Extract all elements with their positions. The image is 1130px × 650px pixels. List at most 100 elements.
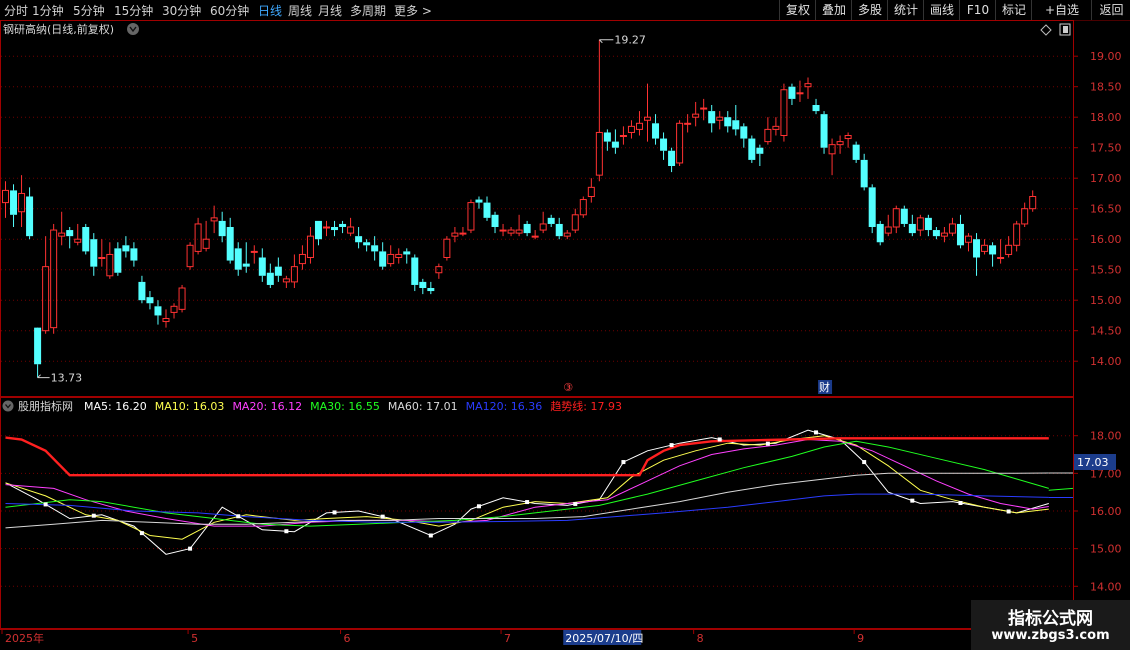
candle-body-up	[700, 107, 708, 110]
candle	[218, 211, 226, 243]
candle	[58, 211, 66, 246]
period-tab-1min[interactable]: 1分钟	[32, 2, 64, 19]
candle	[42, 236, 50, 334]
candle-body-down	[660, 138, 668, 151]
candle-body-up	[676, 122, 684, 164]
candle	[764, 117, 772, 145]
candle	[355, 227, 363, 249]
candle	[130, 242, 138, 267]
legend-MA120: MA120: 16.36	[466, 400, 543, 413]
candle	[234, 242, 242, 276]
candle	[868, 184, 876, 234]
candle	[74, 223, 82, 246]
candle	[924, 214, 932, 237]
candle	[892, 205, 900, 234]
f10-button[interactable]: F10	[959, 0, 996, 20]
candle	[660, 132, 668, 160]
candle	[371, 236, 379, 261]
ma5-marker	[958, 500, 963, 505]
draw-line-button[interactable]: 画线	[923, 0, 960, 20]
ma5-marker	[765, 441, 770, 446]
candle	[668, 147, 676, 173]
date-tick-label: 9	[857, 632, 864, 645]
indicator-legend: 股朋指标网 MA5: 16.20 MA10: 16.03 MA20: 16.12 MA…	[2, 399, 622, 413]
indicator-tick-label: 18.00	[1090, 430, 1122, 443]
period-tab-monthly[interactable]: 月线	[318, 2, 342, 19]
candle	[250, 245, 258, 264]
candle-body-up	[387, 253, 395, 265]
candle	[154, 300, 162, 325]
candle-body-up	[916, 217, 924, 231]
back-button[interactable]: 返回	[1091, 0, 1130, 20]
candle	[194, 217, 202, 255]
candle-body-up	[74, 238, 82, 243]
candle	[443, 236, 451, 261]
candle-body-down	[66, 230, 74, 237]
candle-body-up	[395, 253, 403, 258]
candle-body-down	[258, 257, 266, 276]
period-tab-intraday[interactable]: 分时	[4, 2, 28, 19]
indicator-grid	[1, 435, 1073, 587]
mark-button[interactable]: 标记	[995, 0, 1032, 20]
price-axis: 14.00 14.50 15.00 15.50 16.00 16.50 17.00 17.50…	[1073, 50, 1122, 368]
candle	[965, 233, 972, 252]
candle-body-down	[523, 223, 531, 234]
candle	[210, 205, 218, 234]
candle-body-down	[724, 117, 732, 127]
multi-stock-button[interactable]: 多股	[851, 0, 888, 20]
current-value-tag: 17.03	[1077, 456, 1109, 469]
statistics-button[interactable]: 统计	[887, 0, 924, 20]
candle-body-up	[981, 244, 989, 252]
overlay-button[interactable]: 叠加	[815, 0, 852, 20]
event-marker-1[interactable]: ③	[563, 381, 573, 394]
candle-body-down	[555, 223, 563, 237]
add-favorite-button[interactable]: +自选	[1031, 0, 1092, 20]
candle-body-up	[828, 144, 836, 155]
candle-body-down	[973, 239, 981, 258]
period-tab-weekly[interactable]: 周线	[288, 2, 312, 19]
candle	[780, 83, 788, 142]
candle-body-down	[355, 236, 363, 243]
chart-area: 14.00 14.50 15.00 15.50 16.00 16.50 17.00 17.50…	[0, 20, 1130, 650]
legend-MA30: MA30: 16.55	[310, 400, 380, 413]
period-tab-multi[interactable]: 多周期	[350, 2, 386, 19]
candle-body-down	[732, 120, 740, 130]
candle	[331, 220, 339, 237]
candle	[555, 217, 563, 240]
candle-body-down	[403, 251, 411, 255]
period-tab-60min[interactable]: 60分钟	[210, 2, 249, 19]
period-tab-15min[interactable]: 15分钟	[114, 2, 153, 19]
candle	[427, 281, 435, 295]
candle	[973, 233, 981, 276]
candle	[451, 227, 459, 243]
period-tab-daily[interactable]: 日线	[258, 2, 282, 19]
candle	[587, 178, 595, 203]
price-tick-label: 19.00	[1090, 50, 1122, 63]
candle-body-down	[876, 223, 884, 243]
period-tab-30min[interactable]: 30分钟	[162, 2, 201, 19]
price-tick-label: 14.00	[1090, 355, 1122, 368]
indicator-lines	[5, 429, 1074, 555]
candle-body-down	[314, 220, 322, 240]
title-dropdown-icon[interactable]	[127, 23, 139, 35]
cursor-date: 2025/07/10/四	[565, 632, 643, 645]
ma5-marker	[91, 513, 96, 518]
price-tick-label: 18.00	[1090, 111, 1122, 124]
period-tab-5min[interactable]: 5分钟	[73, 2, 105, 19]
period-tab-more[interactable]: 更多 >	[394, 2, 432, 19]
candle	[989, 242, 997, 267]
candle-body-up	[202, 238, 210, 249]
candle-body-up	[250, 250, 258, 253]
candle	[411, 254, 419, 292]
finance-marker[interactable]: 财	[819, 380, 830, 394]
candle-body-down	[154, 306, 162, 316]
legend-MA60: MA60: 17.01	[388, 400, 458, 413]
indicator-dropdown-icon[interactable]	[2, 400, 14, 412]
diamond-icon[interactable]	[1040, 24, 1052, 36]
candle	[290, 254, 298, 288]
candle-body-up	[306, 235, 314, 258]
indicator-tick-label: 15.00	[1090, 543, 1122, 556]
restore-rights-button[interactable]: 复权	[779, 0, 816, 20]
ma5-marker	[284, 529, 289, 534]
ma5-marker	[188, 546, 193, 551]
